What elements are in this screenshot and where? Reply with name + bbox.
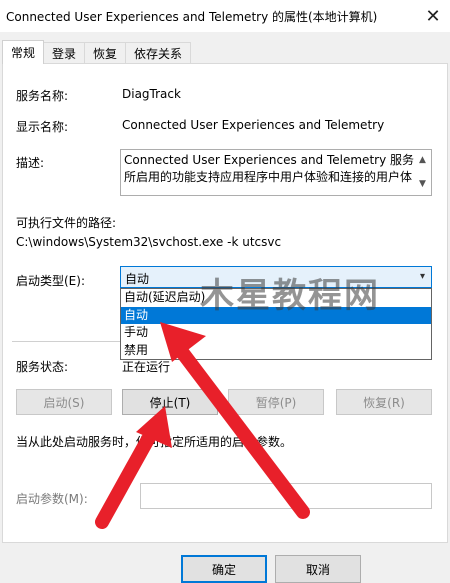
pause-button[interactable]: 暂停(P) <box>228 389 324 415</box>
window-title: Connected User Experiences and Telemetry… <box>6 10 378 24</box>
service-name-value: DiagTrack <box>122 87 181 101</box>
service-status-label: 服务状态: <box>16 360 69 374</box>
description-line-1: Connected User Experiences and Telemetry… <box>124 153 414 167</box>
service-status-value: 正在运行 <box>122 360 171 374</box>
start-params-label: 启动参数(M): <box>16 492 88 506</box>
exe-path-value: C:\windows\System32\svchost.exe -k utcsv… <box>16 235 282 249</box>
stop-button[interactable]: 停止(T) <box>122 389 218 415</box>
tab-recovery[interactable]: 恢复 <box>84 42 127 64</box>
service-name-label: 服务名称: <box>16 89 69 103</box>
description-scrollbar[interactable]: ▲ ▼ <box>416 150 431 195</box>
tab-strip: 常规 登录 恢复 依存关系 <box>2 40 192 64</box>
exe-path-label: 可执行文件的路径: <box>16 216 117 230</box>
description-line-2: 所启用的功能支持应用程序中用户体验和连接的用户体 <box>124 170 413 184</box>
tab-logon[interactable]: 登录 <box>43 42 86 64</box>
chevron-down-icon[interactable]: ▾ <box>420 271 425 282</box>
scroll-up-icon[interactable]: ▲ <box>419 152 426 169</box>
watermark-logo: 木星教程网 <box>200 276 380 316</box>
start-params-hint: 当从此处启动服务时，你可指定所适用的启动参数。 <box>16 435 293 449</box>
resume-button[interactable]: 恢复(R) <box>336 389 432 415</box>
tab-general[interactable]: 常规 <box>2 40 45 64</box>
startup-option-disabled[interactable]: 禁用 <box>121 342 431 360</box>
scroll-down-icon[interactable]: ▼ <box>419 176 426 193</box>
start-params-input[interactable] <box>140 483 432 509</box>
start-button[interactable]: 启动(S) <box>16 389 112 415</box>
description-box[interactable]: Connected User Experiences and Telemetry… <box>120 149 432 196</box>
display-name-value: Connected User Experiences and Telemetry <box>122 118 385 132</box>
startup-type-selected: 自动 <box>125 272 150 286</box>
startup-type-label: 启动类型(E): <box>16 274 85 288</box>
display-name-label: 显示名称: <box>16 120 69 134</box>
startup-option-manual[interactable]: 手动 <box>121 324 431 342</box>
close-icon[interactable]: ✕ <box>416 0 450 32</box>
description-label: 描述: <box>16 156 45 170</box>
ok-button[interactable]: 确定 <box>181 555 267 583</box>
cancel-button[interactable]: 取消 <box>275 555 361 583</box>
tab-dependencies[interactable]: 依存关系 <box>125 42 192 64</box>
title-bar: Connected User Experiences and Telemetry… <box>0 0 450 32</box>
